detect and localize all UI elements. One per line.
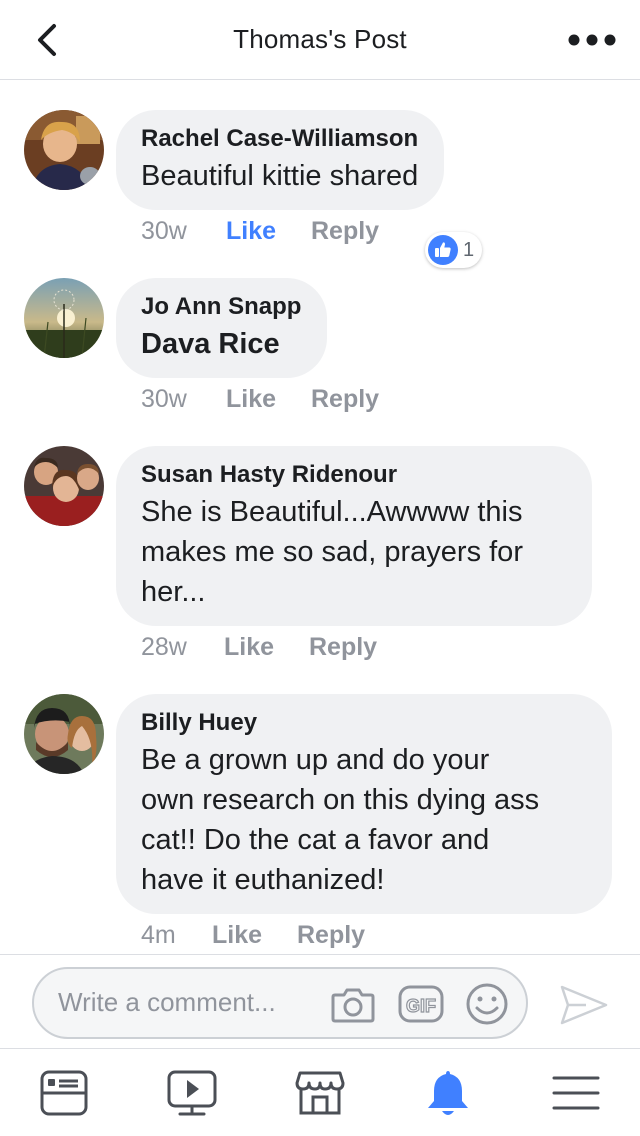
reaction-count: 1 (463, 238, 475, 261)
news-feed-icon (40, 1070, 88, 1116)
more-horizontal-icon (568, 34, 616, 46)
tagged-person-link[interactable]: Dava Rice (141, 324, 301, 364)
tab-marketplace[interactable] (294, 1067, 346, 1119)
comment-time[interactable]: 28w (141, 632, 187, 662)
tab-news-feed[interactable] (38, 1067, 90, 1119)
top-nav-bar: Thomas's Post (0, 0, 640, 80)
gif-label: GIF (406, 996, 436, 1016)
emoji-icon[interactable] (464, 981, 510, 1027)
camera-icon[interactable] (330, 981, 376, 1027)
comment-text-line: her... (141, 576, 206, 608)
like-button[interactable]: Like (212, 920, 262, 950)
comment-bubble: Billy Huey Be a grown up and do your own… (116, 694, 612, 914)
avatar[interactable] (24, 694, 104, 774)
send-button[interactable] (556, 981, 612, 1029)
comment-text-line: Be a grown up and do your (141, 744, 490, 776)
reply-button[interactable]: Reply (297, 920, 365, 950)
comments-list: Rachel Case-Williamson Beautiful kittie … (0, 80, 640, 954)
like-button[interactable]: Like (226, 384, 276, 414)
reply-button[interactable]: Reply (311, 384, 379, 414)
avatar[interactable] (24, 446, 104, 526)
notifications-icon (428, 1071, 468, 1115)
bottom-tab-bar (0, 1048, 640, 1136)
menu-icon (552, 1076, 600, 1110)
watch-icon (167, 1070, 217, 1116)
comment-text-line: cat!! Do the cat a favor and (141, 824, 490, 856)
comment-author[interactable]: Susan Hasty Ridenour (141, 460, 566, 490)
comment-input[interactable]: Write a comment... (58, 987, 276, 1018)
page-title: Thomas's Post (233, 24, 407, 54)
avatar[interactable] (24, 110, 104, 190)
comment-input-box[interactable]: Write a comment... GIF (32, 967, 528, 1039)
comment-bubble: Rachel Case-Williamson Beautiful kittie … (116, 110, 445, 210)
like-button[interactable]: Like (226, 216, 276, 246)
reply-button[interactable]: Reply (309, 632, 377, 662)
comment-bubble: Susan Hasty Ridenour She is Beautiful...… (116, 446, 592, 626)
comment-author[interactable]: Jo Ann Snapp (141, 292, 301, 322)
comment-text-line: own research on this dying ass (141, 784, 540, 816)
gif-icon[interactable]: GIF (398, 981, 444, 1027)
tab-notifications[interactable] (422, 1067, 474, 1119)
comment-text-line: have it euthanized! (141, 864, 385, 896)
comment-time[interactable]: 4m (141, 920, 176, 950)
tab-menu[interactable] (550, 1067, 602, 1119)
comment-time[interactable]: 30w (141, 216, 187, 246)
comment-composer: Write a comment... GIF (0, 954, 640, 1048)
comment-text-line: She is Beautiful...Awwww this (141, 496, 523, 528)
comment-author[interactable]: Rachel Case-Williamson (141, 124, 418, 154)
thumbs-up-icon (428, 235, 458, 265)
more-options-button[interactable] (564, 30, 620, 50)
tab-watch[interactable] (166, 1067, 218, 1119)
send-icon (560, 985, 608, 1025)
comment-text: Beautiful kittie shared (141, 160, 419, 192)
avatar[interactable] (24, 278, 104, 358)
marketplace-icon (295, 1071, 345, 1115)
like-button[interactable]: Like (224, 632, 274, 662)
reply-button[interactable]: Reply (311, 216, 379, 246)
comment-text-line: makes me so sad, prayers for (141, 536, 523, 568)
comment-author[interactable]: Billy Huey (141, 708, 586, 738)
comment-time[interactable]: 30w (141, 384, 187, 414)
reaction-badge[interactable]: 1 (425, 232, 483, 268)
comment-bubble: Jo Ann Snapp Dava Rice (116, 278, 328, 378)
